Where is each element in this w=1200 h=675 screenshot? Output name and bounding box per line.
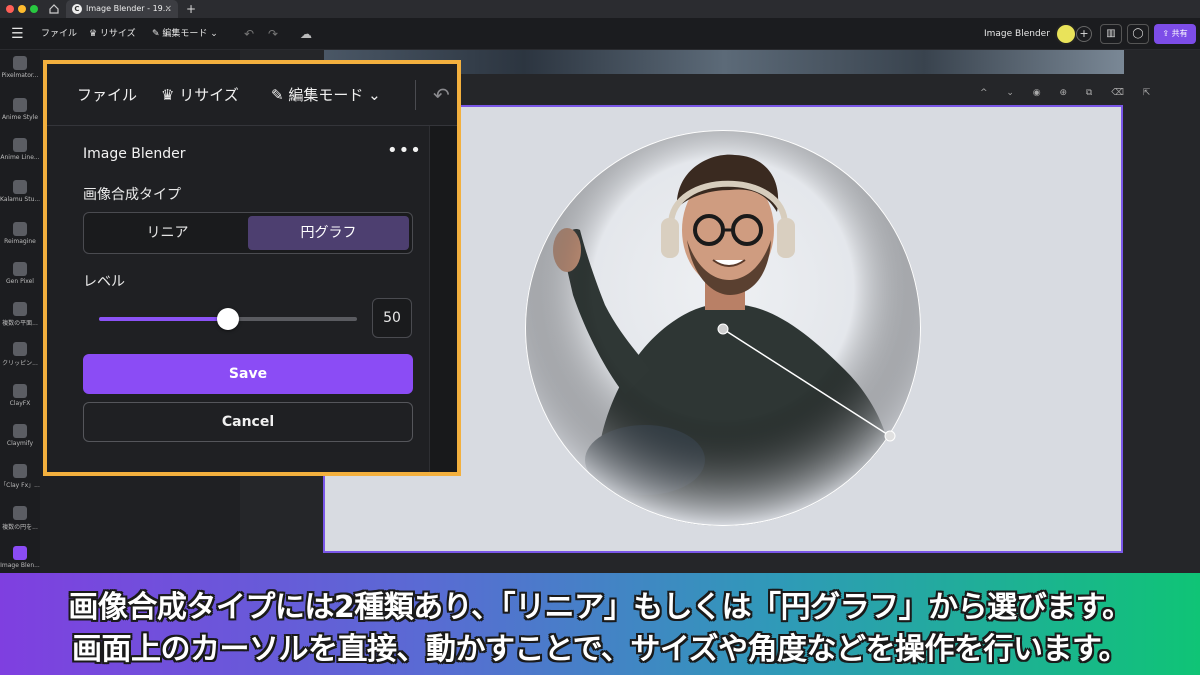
favicon-icon: C (72, 4, 82, 14)
callout-file-menu[interactable]: ファイル (77, 64, 137, 126)
callout-resize-label: リサイズ (179, 86, 239, 104)
rail-item-label: 複数の平面... (2, 320, 38, 327)
add-collaborator-button[interactable]: + (1076, 26, 1092, 42)
caption-line-1: 画像合成タイプには2種類あり、「リニア」もしくは「円グラフ」から選びます。 (68, 590, 1132, 625)
tab-title: Image Blender - 19... (86, 4, 171, 13)
level-value-input[interactable]: 50 (372, 298, 412, 338)
rail-app-item[interactable]: 複数の平面... (0, 302, 40, 327)
app-thumbnail-icon (13, 384, 27, 398)
rail-app-item[interactable]: Reimagine (0, 222, 40, 245)
close-tab-icon[interactable]: × (164, 0, 172, 18)
browser-tab[interactable]: C Image Blender - 19... × (66, 0, 178, 18)
rail-item-label: Kalamu Stu... (0, 196, 40, 203)
callout-edit-mode-dropdown[interactable]: ✎ 編集モード ⌄ (271, 64, 381, 126)
rail-app-item[interactable]: Kalamu Stu... (0, 180, 40, 203)
app-thumbnail-icon (13, 464, 27, 478)
rail-item-label: Image Blen... (0, 562, 40, 569)
rail-item-label: Gen Pixel (6, 278, 34, 285)
hamburger-menu-icon[interactable]: ☰ (11, 18, 24, 50)
new-tab-button[interactable]: + (186, 0, 196, 18)
rail-item-label: Reimagine (4, 238, 36, 245)
app-thumbnail-icon (13, 342, 27, 356)
maximize-window-button[interactable] (30, 5, 38, 13)
more-options-icon[interactable]: ••• (387, 140, 422, 161)
app-thumbnail-icon (13, 302, 27, 316)
app-thumbnail-icon (13, 424, 27, 438)
rail-app-item[interactable]: Claymify (0, 424, 40, 447)
redo-icon[interactable]: ↷ (268, 18, 278, 50)
rail-app-item[interactable]: Gen Pixel (0, 262, 40, 285)
rail-item-label: Pixelmator... (1, 72, 39, 79)
app-thumbnail-icon (13, 506, 27, 520)
browser-tab-bar: C Image Blender - 19... × + (0, 0, 1200, 18)
document-title[interactable]: Image Blender (984, 18, 1050, 50)
rail-app-item[interactable]: Anime Style (0, 98, 40, 121)
pie-chart-option[interactable]: 円グラフ (248, 216, 409, 250)
caption-line-2: 画面上のカーソルを直接、動かすことで、サイズや角度などを操作を行います。 (72, 632, 1129, 667)
rail-item-label: Anime Line... (0, 154, 40, 161)
rail-app-item[interactable]: Image Blen... (0, 546, 40, 569)
rail-app-item[interactable]: Anime Line... (0, 138, 40, 161)
callout-resize-button[interactable]: ♛ リサイズ (161, 64, 239, 126)
rail-item-label: Anime Style (1, 114, 39, 121)
app-thumbnail-icon (13, 180, 27, 194)
resize-button[interactable]: ♛ リサイズ (89, 18, 136, 50)
blend-circle-guide[interactable] (525, 130, 921, 526)
app-toolbar: ☰ ファイル ♛ リサイズ ✎ 編集モード ⌄ ↶ ↷ ☁ Image Blen… (0, 18, 1200, 50)
slider-fill (99, 317, 228, 321)
zoomed-callout-panel: ファイル ♛ リサイズ ✎ 編集モード ⌄ ↶ Image Blender ••… (43, 60, 461, 476)
app-title: Image Blender (83, 146, 186, 162)
avatar[interactable] (1055, 23, 1077, 45)
rail-item-label: 複数の円を... (2, 524, 38, 531)
app-thumbnail-icon (13, 138, 27, 152)
page-controls[interactable]: ^ ⌄ ◉ ⊕ ⧉ ⌫ ⇱ (980, 88, 1158, 98)
insights-icon[interactable]: ▥ (1100, 24, 1122, 44)
share-button[interactable]: ⇪ 共有 (1154, 24, 1196, 44)
file-menu[interactable]: ファイル (41, 18, 77, 50)
undo-icon[interactable]: ↶ (244, 18, 254, 50)
comment-icon[interactable]: ◯ (1127, 24, 1149, 44)
app-thumbnail-icon (13, 546, 27, 560)
slider-thumb[interactable] (217, 308, 239, 330)
rail-item-label: クリッピン... (2, 360, 38, 367)
rail-app-item[interactable]: 「Clay Fx」... (0, 464, 40, 489)
level-slider[interactable] (99, 308, 357, 330)
crown-icon: ♛ (161, 86, 175, 104)
minimize-window-button[interactable] (18, 5, 26, 13)
app-thumbnail-icon (13, 262, 27, 276)
app-thumbnail-icon (13, 98, 27, 112)
rail-item-label: Claymify (6, 440, 34, 447)
app-thumbnail-icon (13, 222, 27, 236)
cancel-button[interactable]: Cancel (83, 402, 413, 442)
toolbar-divider (415, 80, 416, 110)
edit-mode-dropdown[interactable]: ✎ 編集モード ⌄ (152, 18, 218, 50)
cloud-save-icon[interactable]: ☁ (300, 18, 312, 50)
panel-scrollbar[interactable] (429, 126, 457, 472)
callout-undo-icon[interactable]: ↶ (433, 64, 450, 126)
home-icon[interactable] (48, 3, 60, 15)
rail-item-label: 「Clay Fx」... (0, 482, 40, 489)
rail-app-item[interactable]: ClayFX (0, 384, 40, 407)
level-label: レベル (83, 274, 125, 290)
callout-toolbar: ファイル ♛ リサイズ ✎ 編集モード ⌄ ↶ (47, 64, 457, 126)
app-thumbnail-icon (13, 56, 27, 70)
linear-option[interactable]: リニア (87, 216, 248, 250)
close-window-button[interactable] (6, 5, 14, 13)
screen: C Image Blender - 19... × + ☰ ファイル ♛ リサイ… (0, 0, 1200, 675)
rail-item-label: ClayFX (9, 400, 31, 407)
rail-app-item[interactable]: Pixelmator... (0, 56, 40, 79)
blend-type-label: 画像合成タイプ (83, 187, 181, 203)
save-button[interactable]: Save (83, 354, 413, 394)
rail-app-item[interactable]: 複数の円を... (0, 506, 40, 531)
blend-type-toggle: リニア 円グラフ (83, 212, 413, 254)
rail-app-item[interactable]: クリッピン... (0, 342, 40, 367)
